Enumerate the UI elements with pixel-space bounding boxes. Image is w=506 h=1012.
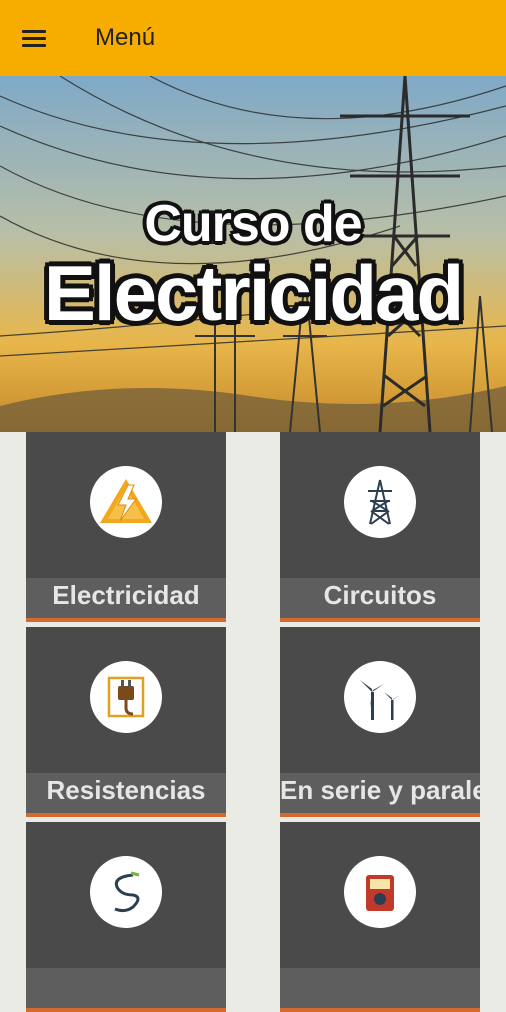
tile-accent-stripe bbox=[280, 618, 480, 622]
plug-icon bbox=[90, 661, 162, 733]
tile-accent-stripe bbox=[26, 1008, 226, 1012]
tile-label: Circuitos bbox=[280, 578, 480, 618]
tile-resistencias[interactable]: Resistencias bbox=[26, 627, 226, 817]
hero-banner: Curso de Electricidad bbox=[0, 76, 506, 432]
transmission-tower-icon bbox=[344, 466, 416, 538]
hero-title-line1: Curso de bbox=[144, 195, 362, 253]
tile-label bbox=[26, 968, 226, 1008]
tile-electricidad[interactable]: Electricidad bbox=[26, 432, 226, 622]
tile-en-serie-y-paralelo[interactable]: En serie y paralelo bbox=[280, 627, 480, 817]
hamburger-menu-icon[interactable] bbox=[14, 22, 58, 56]
tile-label: Electricidad bbox=[26, 578, 226, 618]
tile-circuitos[interactable]: Circuitos bbox=[280, 432, 480, 622]
tile-accent-stripe bbox=[26, 813, 226, 817]
app-bar: Menú bbox=[0, 0, 506, 76]
lightning-icon bbox=[90, 466, 162, 538]
tile-accent-stripe bbox=[280, 813, 480, 817]
wind-turbine-icon bbox=[344, 661, 416, 733]
tile-accent-stripe bbox=[280, 1008, 480, 1012]
app-bar-title: Menú bbox=[95, 24, 156, 51]
tile-label: Resistencias bbox=[26, 773, 226, 813]
multimeter-icon bbox=[344, 856, 416, 928]
tile-label: En serie y paralelo bbox=[280, 773, 480, 813]
tile-bottom-right[interactable] bbox=[280, 822, 480, 1012]
coil-icon bbox=[90, 856, 162, 928]
tile-accent-stripe bbox=[26, 618, 226, 622]
hero-title-line2: Electricidad bbox=[43, 249, 464, 337]
tile-bottom-left[interactable] bbox=[26, 822, 226, 1012]
tile-label bbox=[280, 968, 480, 1008]
